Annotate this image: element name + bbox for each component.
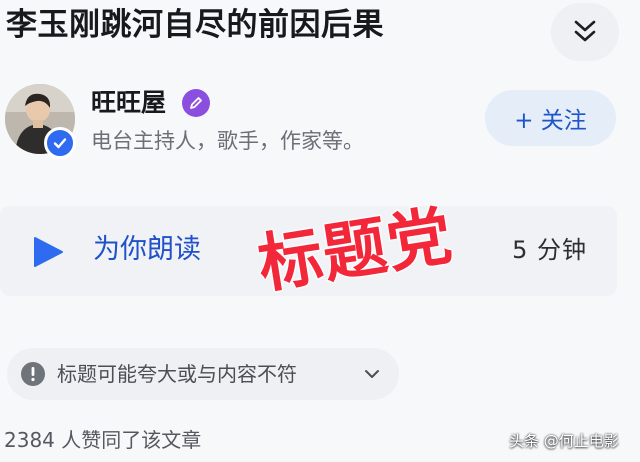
follow-button[interactable]: + 关注 <box>485 90 616 146</box>
watermark: 头条 @何止电影 <box>509 432 619 450</box>
author-description: 电台主持人，歌手，作家等。 <box>91 129 364 153</box>
verified-check-icon <box>44 127 76 159</box>
chevron-down-icon[interactable] <box>363 365 381 383</box>
double-chevron-down-icon <box>574 20 596 42</box>
read-duration: 5 分钟 <box>512 236 587 264</box>
warning-text: 标题可能夸大或与内容不符 <box>57 362 297 386</box>
author-name[interactable]: 旺旺屋 <box>91 86 166 120</box>
collapse-button[interactable] <box>551 3 619 61</box>
clickbait-warning[interactable]: 标题可能夸大或与内容不符 <box>7 348 399 400</box>
read-aloud-label[interactable]: 为你朗读 <box>93 230 201 270</box>
likes-count: 2384 人赞同了该文章 <box>4 428 202 452</box>
play-icon[interactable] <box>31 236 65 268</box>
alert-icon <box>21 362 45 386</box>
article-title: 李玉刚跳河自尽的前因后果 <box>6 7 384 43</box>
pen-icon <box>182 89 210 117</box>
